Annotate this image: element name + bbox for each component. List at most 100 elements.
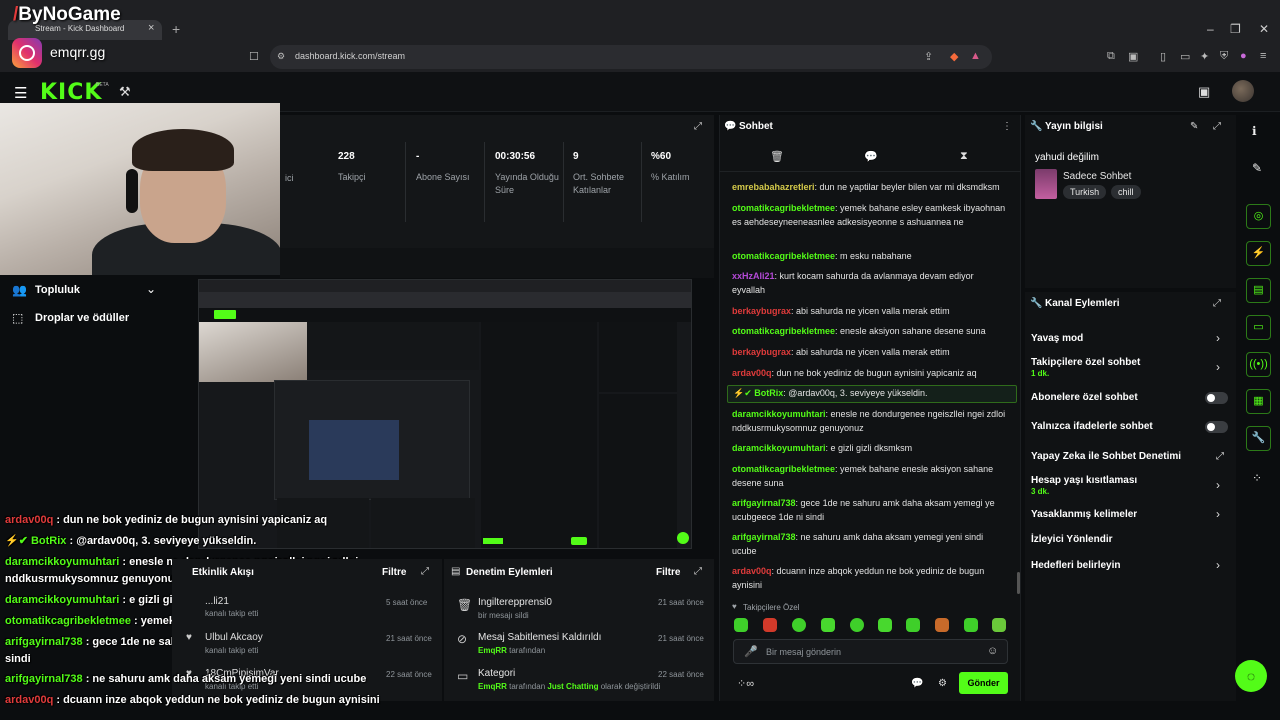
- mod-action-detail: bir mesajı sildi: [478, 611, 529, 620]
- chat-message: berkaybugrax: abi sahurda ne yicen valla…: [732, 347, 950, 357]
- chat-input-placeholder: Bir mesaj gönderin: [766, 647, 842, 657]
- stat-live-duration: 00:30:56 Yayında Olduğu Süre: [495, 151, 559, 195]
- help-chat-button[interactable]: ◌: [1235, 660, 1267, 692]
- chevron-right-icon[interactable]: ›: [1216, 478, 1220, 492]
- category-thumbnail: [1035, 169, 1057, 199]
- moderation-title: Denetim Eylemleri: [466, 567, 553, 578]
- points-icon[interactable]: ⁘∞: [737, 677, 754, 690]
- chat-icon[interactable]: 💬: [911, 678, 923, 689]
- brave-shield-icon[interactable]: ◆: [950, 50, 958, 63]
- event-filter-button[interactable]: Filtre: [382, 567, 406, 578]
- send-button[interactable]: Gönder: [959, 672, 1008, 694]
- emote-icon[interactable]: [763, 618, 777, 632]
- sidebar-item-topluluk[interactable]: Topluluk: [35, 284, 80, 296]
- wallet-icon[interactable]: ▭: [1180, 50, 1190, 63]
- instagram-handle: emqrr.gg: [50, 44, 106, 60]
- avatar[interactable]: [1232, 80, 1254, 102]
- creator-tools-icon[interactable]: ▣: [1198, 84, 1210, 100]
- broadcast-icon[interactable]: ((•)): [1246, 352, 1271, 377]
- hamburger-menu-icon[interactable]: ☰: [14, 84, 27, 102]
- brave-rewards-icon[interactable]: ▲: [970, 50, 981, 62]
- heart-icon: ♥: [732, 602, 737, 611]
- camera-icon[interactable]: ◎: [1246, 204, 1271, 229]
- expand-icon[interactable]: ⤢: [1213, 121, 1221, 132]
- expand-icon[interactable]: ⤢: [421, 566, 429, 577]
- chevron-right-icon[interactable]: ›: [1216, 331, 1220, 345]
- chevron-down-icon[interactable]: ⌄: [146, 282, 156, 296]
- expand-icon[interactable]: ⤢: [694, 121, 702, 132]
- sidebar-toggle-icon[interactable]: ▯: [1160, 50, 1166, 63]
- info-icon[interactable]: ℹ: [1252, 124, 1257, 138]
- trash-icon[interactable]: 🗑: [770, 150, 784, 163]
- action-ai-moderation[interactable]: Yapay Zeka ile Sohbet Denetimi: [1031, 451, 1181, 462]
- bookmark-icon[interactable]: ☐: [249, 50, 259, 63]
- chat-message: otomatikcagribekletmee: yemek bahane ene…: [732, 464, 994, 488]
- action-goals[interactable]: Hedefleri belirleyin: [1031, 560, 1120, 571]
- nested-send-button: [483, 538, 503, 544]
- menu-icon[interactable]: ≡: [1260, 50, 1266, 62]
- vpn-icon[interactable]: ⛨: [1220, 50, 1228, 63]
- community-icon: 👥: [12, 283, 27, 297]
- clipboard-icon[interactable]: ▦: [1246, 389, 1271, 414]
- share-icon[interactable]: ⇪: [924, 50, 933, 63]
- emote-icon[interactable]: [821, 618, 835, 632]
- hourglass-icon[interactable]: ⧗: [960, 150, 968, 163]
- edit-icon[interactable]: ✎: [1190, 121, 1198, 132]
- action-follower-chat[interactable]: Takipçilere özel sohbet: [1031, 357, 1140, 368]
- lightning-icon[interactable]: ⚡: [1246, 241, 1271, 266]
- emote-icon[interactable]: [964, 618, 978, 632]
- chevron-right-icon[interactable]: ›: [1216, 558, 1220, 572]
- emote-icon[interactable]: [906, 618, 920, 632]
- external-link-icon[interactable]: ⤢: [1216, 451, 1224, 462]
- emote-icon[interactable]: [878, 618, 892, 632]
- overlay-chat-line: nddkusrmukysomnuz genuyonuz: [5, 573, 180, 585]
- microphone-icon[interactable]: 🎤: [744, 645, 758, 658]
- stat-followers: 228 Takipçi: [338, 151, 366, 182]
- hammer-icon[interactable]: ⚒: [119, 84, 131, 100]
- document-icon[interactable]: ▤: [1246, 278, 1271, 303]
- chat-message: arifgayirnal738: ne sahuru amk daha aksa…: [732, 532, 984, 556]
- moderation-filter-button[interactable]: Filtre: [656, 567, 680, 578]
- channel-actions-panel: [1025, 292, 1236, 701]
- more-options-icon[interactable]: ⋮: [1002, 121, 1012, 132]
- nested-actions: [599, 394, 677, 548]
- screenshot-icon[interactable]: ▣: [1128, 50, 1138, 63]
- emote-icon[interactable]: [850, 618, 864, 632]
- action-banned-words[interactable]: Yasaklanmış kelimeler: [1031, 509, 1137, 520]
- profile-icon[interactable]: ●: [1240, 50, 1247, 62]
- nested-app-header: [199, 308, 691, 322]
- gear-icon[interactable]: ⚙: [938, 678, 947, 689]
- action-account-age[interactable]: Hesap yaşı kısıtlaması: [1031, 475, 1137, 486]
- action-slow-mode[interactable]: Yavaş mod: [1031, 333, 1083, 344]
- kick-logo[interactable]: KICK: [40, 80, 102, 105]
- chat-icon[interactable]: ▭: [1246, 315, 1271, 340]
- tab-close-icon[interactable]: ×: [148, 22, 154, 34]
- emoji-icon[interactable]: ☺: [987, 645, 998, 657]
- expand-icon[interactable]: ⤢: [1213, 298, 1221, 309]
- expand-icon[interactable]: ⤢: [694, 566, 702, 577]
- restore-icon[interactable]: ❐: [1230, 22, 1241, 36]
- minimize-icon[interactable]: –: [1207, 22, 1214, 36]
- new-tab-icon[interactable]: +: [172, 21, 180, 37]
- emote-icon[interactable]: [734, 618, 748, 632]
- site-info-icon[interactable]: ⚙: [277, 51, 285, 62]
- pencil-icon[interactable]: ✎: [1252, 161, 1262, 175]
- chat-settings-icon[interactable]: 💬: [864, 150, 878, 163]
- emote-icon[interactable]: [992, 618, 1006, 632]
- emote-icon[interactable]: [935, 618, 949, 632]
- extensions-icon[interactable]: ⧉: [1107, 50, 1115, 63]
- subscriber-chat-toggle[interactable]: [1205, 392, 1228, 404]
- action-raid[interactable]: İzleyici Yönlendir: [1031, 534, 1113, 545]
- window-close-icon[interactable]: ✕: [1259, 22, 1269, 36]
- chevron-right-icon[interactable]: ›: [1216, 507, 1220, 521]
- chat-scrollbar[interactable]: [1017, 572, 1020, 594]
- ai-icon[interactable]: ✦: [1200, 50, 1209, 63]
- add-widget-icon[interactable]: ⁘: [1252, 471, 1262, 485]
- divider: [719, 171, 1021, 172]
- emote-only-toggle[interactable]: [1205, 421, 1228, 433]
- chevron-right-icon[interactable]: ›: [1216, 360, 1220, 374]
- sidebar-item-droplar[interactable]: Droplar ve ödüller: [35, 312, 129, 324]
- emote-icon[interactable]: [792, 618, 806, 632]
- wrench-icon: 🔧: [1030, 121, 1043, 132]
- wrench-icon[interactable]: 🔧: [1246, 426, 1271, 451]
